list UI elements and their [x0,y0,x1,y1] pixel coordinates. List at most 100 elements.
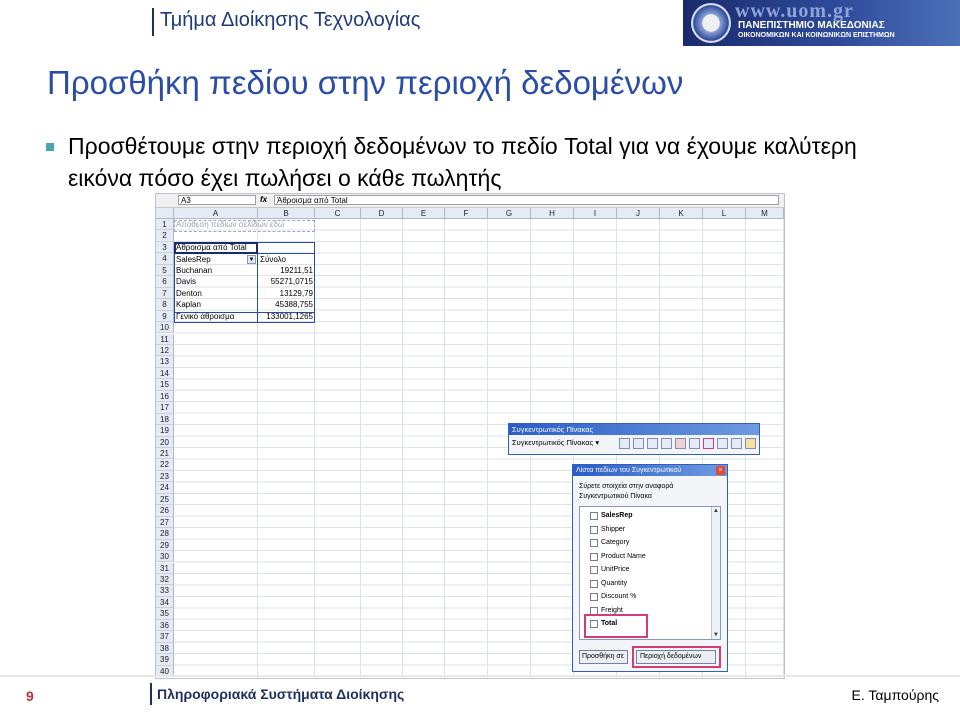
row-header[interactable]: 12 [156,344,174,357]
hide-detail-icon[interactable] [647,438,658,449]
row-header[interactable]: 31 [156,562,174,574]
column-header[interactable]: F [445,208,488,219]
row-header[interactable]: 20 [156,436,174,448]
field-checkbox[interactable] [590,579,598,588]
select-all-corner[interactable] [156,208,174,219]
pivot-column-line [257,253,258,323]
column-header[interactable]: H [531,208,574,219]
row-header[interactable]: 5 [156,264,174,277]
scroll-up-icon[interactable]: ▲ [713,508,719,514]
row-header[interactable]: 4 [156,253,174,265]
field-checkbox[interactable] [590,566,598,574]
row-header[interactable]: 3 [156,241,174,254]
row-header[interactable]: 21 [156,448,174,460]
row-header[interactable]: 11 [156,333,174,345]
column-header[interactable]: B [258,208,315,219]
row-header[interactable]: 8 [156,299,174,311]
column-header[interactable]: C [315,208,361,219]
row-header[interactable]: 24 [156,482,174,494]
university-seal-icon [691,3,731,43]
column-header[interactable]: G [488,208,531,219]
row-header[interactable]: 25 [156,493,174,506]
row-header[interactable]: 19 [156,425,174,437]
field-settings-icon[interactable] [717,438,728,449]
grid-line [360,219,361,678]
department-title: Τμήμα Διοίκησης Τεχνολογίας [160,9,421,31]
column-header[interactable]: M [746,208,784,219]
row-header[interactable]: 32 [156,573,174,586]
row-header[interactable]: 38 [156,642,174,655]
row-header[interactable]: 35 [156,608,174,620]
excel-screenshot: A3 fx Άθροισμα από Total ABCDEFGHIJKLM 1… [155,193,785,679]
row-header[interactable]: 15 [156,379,174,391]
grid-line [402,219,403,678]
column-header[interactable]: L [703,208,746,219]
column-header[interactable]: A [174,208,258,219]
include-hidden-items-icon[interactable] [689,438,700,449]
toggle-field-list-icon[interactable] [745,438,756,449]
logo-university-name: ΠΑΝΕΠΙΣΤΗΜΙΟ ΜΑΚΕΔΟΝΙΑΣ [738,20,885,31]
row-header[interactable]: 2 [156,230,174,242]
show-detail-icon[interactable] [661,438,672,449]
grid-line [444,219,445,678]
column-header[interactable]: K [660,208,703,219]
field-label: Product Name [601,552,646,560]
row-header[interactable]: 37 [156,631,174,643]
format-report-icon[interactable] [619,438,630,449]
always-display-items-icon[interactable] [703,438,714,449]
row-header[interactable]: 33 [156,585,174,597]
row-header[interactable]: 36 [156,619,174,632]
row-header[interactable]: 22 [156,459,174,471]
row-header[interactable]: 18 [156,413,174,426]
pivot-menu-button[interactable]: Συγκεντρωτικός Πίνακας ▾ [512,438,599,447]
row-header[interactable]: 17 [156,402,174,414]
formula-bar: A3 fx Άθροισμα από Total [156,194,784,208]
row-header[interactable]: 7 [156,287,174,300]
name-box[interactable]: A3 [178,195,256,205]
row-header[interactable]: 27 [156,516,174,529]
row-header[interactable]: 34 [156,596,174,609]
add-to-button[interactable]: Προσθήκη σε [579,650,628,664]
field-checkbox[interactable] [590,593,598,601]
show-field-list-icon[interactable] [731,438,742,449]
row-header[interactable]: 13 [156,356,174,368]
row-header[interactable]: 39 [156,654,174,666]
field-list-box: SalesRep Shipper Category Product Name UnitP… [579,506,721,640]
refresh-data-icon[interactable] [675,438,686,449]
field-list-title: Λίστα πεδίων του Συγκεντρωτικού [573,465,727,476]
row-header[interactable]: 28 [156,528,174,540]
field-label: Quantity [601,579,628,587]
area-select-highlight [632,646,721,668]
column-header[interactable]: I [574,208,617,219]
field-checkbox[interactable] [590,539,598,547]
column-header[interactable]: J [617,208,660,219]
row-header[interactable]: 10 [156,322,174,334]
row-header[interactable]: 6 [156,276,174,288]
row-header[interactable]: 26 [156,505,174,517]
page-number: 9 [26,688,34,704]
close-icon[interactable]: × [716,466,725,475]
row-header[interactable]: 23 [156,470,174,483]
column-header[interactable]: D [361,208,403,219]
field-checkbox[interactable] [590,552,598,561]
fx-icon[interactable]: fx [260,195,267,204]
field-label: Category [601,539,630,546]
grid-line [783,219,784,678]
formula-input[interactable]: Άθροισμα από Total [274,195,779,205]
field-checkbox[interactable] [590,525,598,534]
row-header[interactable]: 14 [156,367,174,380]
field-checkbox[interactable] [590,512,598,520]
page-field-area [174,219,315,233]
footer-divider [0,675,960,677]
field-list-scrollbar[interactable]: ▲ ▼ [711,507,720,639]
scroll-down-icon[interactable]: ▼ [713,632,719,638]
row-header[interactable]: 30 [156,551,174,563]
column-header[interactable]: E [403,208,445,219]
row-header[interactable]: 29 [156,539,174,552]
row-header[interactable]: 16 [156,390,174,403]
row-header[interactable]: 1 [156,219,174,231]
row-header[interactable]: 9 [156,310,174,323]
university-logo: www.uom.gr ΠΑΝΕΠΙΣΤΗΜΙΟ ΜΑΚΕΔΟΝΙΑΣ ΟΙΚΟΝ… [683,0,960,46]
chart-wizard-icon[interactable] [633,438,644,449]
footer-bar [150,683,152,705]
